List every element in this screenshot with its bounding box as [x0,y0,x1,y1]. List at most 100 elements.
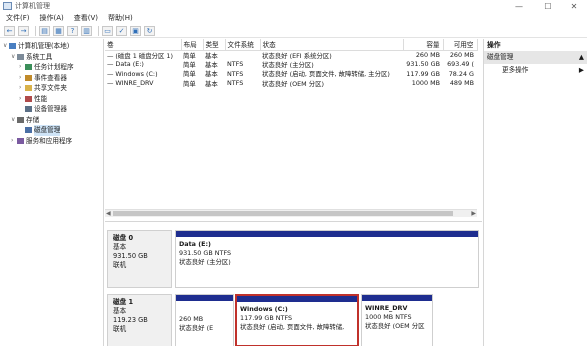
task-scheduler-icon [25,64,32,71]
partition-status: 状态良好 (E [179,324,214,332]
tree-item-label: 存储 [26,115,40,124]
partition[interactable]: 260 MB 状态良好 (E [175,294,234,346]
table-cell: — Windows (C:) [107,69,158,78]
partition-name: Data (E:) [179,240,211,248]
menu-view[interactable]: 查看(V) [69,13,103,23]
table-cell: 基本 [205,70,218,79]
disk-status: 联机 [113,325,127,333]
performance-icon [25,95,32,102]
tree-item[interactable]: 磁盘管理 [0,125,103,136]
tree-item[interactable]: 设备管理器 [0,104,103,115]
close-button[interactable]: ✕ [563,0,585,12]
table-cell: 简单 [183,70,196,79]
partition[interactable]: Data (E:) 931.50 GB NTFS 状态良好 (主分区) [175,230,479,288]
storage-icon [17,116,24,123]
table-cell: 117.99 GB [406,69,440,78]
shared-folder-icon [25,85,32,92]
menu-file[interactable]: 文件(F) [0,13,35,23]
collapse-icon[interactable]: ▲ [579,51,584,64]
tree-item[interactable]: › 服务和应用程序 [0,136,103,147]
table-row[interactable]: — (磁盘 1 磁盘分区 1) 简单 基本 状态良好 (EFI 系统分区) 260 MB… [105,50,477,60]
services-icon [17,137,24,144]
tree-item[interactable]: › 共享文件夹 [0,83,103,94]
toolbar-divider [98,25,99,36]
column-header[interactable]: 布局 [181,39,204,51]
device-manager-icon [25,106,32,113]
scrollbar-thumb[interactable] [113,211,453,216]
partition-size: 1000 MB NTFS [365,313,412,321]
back-icon[interactable]: ← [4,25,15,36]
toolbar-divider [35,25,36,36]
table-row[interactable]: — Data (E:) 简单 基本 NTFS 状态良好 (主分区) 931.50 GB 69… [105,60,477,70]
disk-row: 磁盘 0 基本 931.50 GB 联机 Data (E:) 931.50 GB… [107,230,479,288]
disk-name: 磁盘 1 [113,298,134,306]
partition[interactable]: WINRE_DRV 1000 MB NTFS 状态良好 (OEM 分区 [361,294,433,346]
title-bar: 计算机管理 [0,0,587,12]
refresh-icon[interactable]: ↻ [144,25,155,36]
volume-list: 卷布局 类型 文件系统 状态 容量 可用空 — (磁盘 1 磁盘分区 1) 简单 基本 状态良好… [105,39,482,220]
event-viewer-icon [25,74,32,81]
table-row[interactable]: — WINRE_DRV 简单 基本 NTFS 状态良好 (OEM 分区) 1000 MB 4… [105,79,477,89]
tree-item[interactable]: › 性能 [0,94,103,105]
properties-icon[interactable]: ▦ [53,25,64,36]
up-folder-icon[interactable]: ▤ [39,25,50,36]
tree-item[interactable]: ∨ 存储 [0,115,103,126]
tools-icon [17,53,24,60]
actions-header: 操作 [487,41,501,49]
disk-label[interactable]: 磁盘 0 基本 931.50 GB 联机 [107,230,172,288]
actions-section-disk-management[interactable]: 磁盘管理 ▲ [484,51,587,64]
table-cell: 状态良好 (OEM 分区) [262,79,324,88]
column-header[interactable]: 可用空 [443,39,478,51]
tree-item-label: 计算机管理(本地) [18,42,70,50]
table-cell: 状态良好 (主分区) [262,60,314,69]
horizontal-scrollbar[interactable]: ◀ ▶ [105,209,477,217]
partition-status: 状态良好 (OEM 分区 [365,322,425,330]
settings-icon[interactable]: ▣ [130,25,141,36]
table-cell: NTFS [227,60,244,69]
table-cell: 基本 [205,79,218,88]
help-icon[interactable]: ? [67,25,78,36]
tree-item-label: 共享文件夹 [34,84,67,92]
table-cell: 状态良好 (EFI 系统分区) [262,51,332,60]
tree-item[interactable]: ∨ 系统工具 [0,52,103,63]
computer-icon [9,43,16,50]
expand-icon: ▶ [578,66,584,74]
table-cell: 简单 [183,51,196,60]
disk-icon[interactable]: ▭ [102,25,113,36]
scroll-right-icon[interactable]: ▶ [471,210,476,217]
column-header[interactable]: 卷 [105,39,182,51]
forward-icon[interactable]: → [18,25,29,36]
partition-name: Windows (C:) [240,305,288,313]
disk-type: 基本 [113,307,127,315]
column-header[interactable]: 类型 [203,39,226,51]
table-cell: 简单 [183,79,196,88]
column-header[interactable]: 容量 [403,39,444,51]
maximize-button[interactable]: ☐ [537,0,559,12]
tree-item-label: 事件查看器 [34,73,67,82]
check-icon[interactable]: ✓ [116,25,127,36]
table-cell: 简单 [183,60,196,69]
menu-action[interactable]: 操作(A) [35,13,69,23]
column-header[interactable]: 状态 [260,39,404,51]
tree-item-label: 设备管理器 [34,105,67,113]
show-hide-tree-icon[interactable]: ▥ [81,25,92,36]
scroll-left-icon[interactable]: ◀ [106,210,111,217]
column-header[interactable]: 文件系统 [225,39,261,51]
partition-name: WINRE_DRV [365,304,408,312]
tree-item[interactable]: › 任务计划程序 [0,62,103,73]
tree-item[interactable]: › 事件查看器 [0,73,103,84]
table-cell: — WINRE_DRV [107,79,154,88]
tree-item-label: 服务和应用程序 [26,136,73,145]
table-row[interactable]: — Windows (C:) 简单 基本 NTFS 状态良好 (启动, 页面文件, 故障… [105,69,477,79]
disk-size: 119.23 GB [113,316,148,324]
more-actions-item[interactable]: 更多操作 ▶ [484,64,587,76]
table-cell: NTFS [227,69,244,78]
partition-selected[interactable]: Windows (C:) 117.99 GB NTFS 状态良好 (启动, 页面… [235,294,359,346]
menu-help[interactable]: 帮助(H) [103,13,138,23]
minimize-button[interactable]: — [508,0,530,12]
actions-section-label: 磁盘管理 [487,53,514,61]
table-cell: 基本 [205,60,218,69]
disk-label[interactable]: 磁盘 1 基本 119.23 GB 联机 [107,294,172,346]
tree-item-label: 系统工具 [26,52,53,61]
tree-item[interactable]: ∨ 计算机管理(本地) [0,41,103,52]
